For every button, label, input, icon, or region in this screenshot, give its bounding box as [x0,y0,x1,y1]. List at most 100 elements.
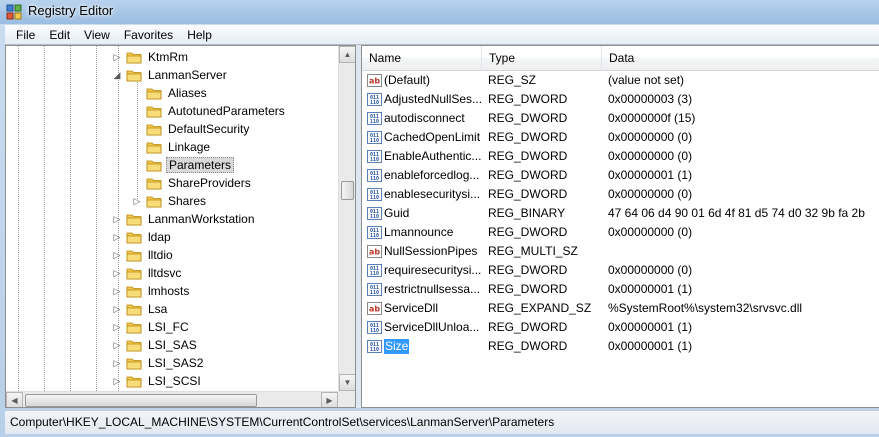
scroll-left-arrow-icon[interactable]: ◀ [6,392,23,407]
expand-arrow-icon[interactable]: ▷ [112,376,122,386]
tree-item[interactable]: Aliases [146,84,209,102]
binary-value-icon: 011110 [367,131,382,144]
value-data: 47 64 06 d4 90 01 6d 4f 81 d5 74 d0 32 9… [608,206,865,220]
tree-item[interactable]: Linkage [146,138,212,156]
value-row[interactable]: 011 110 requiresecuritysi... REG_DWORD 0x000… [362,261,879,280]
tree-item[interactable]: ▷ LSI_SAS [114,336,199,354]
value-row[interactable]: ab ServiceDll REG_EXPAND_SZ %SystemRoot%\sy… [362,299,879,318]
string-value-icon: ab [367,245,382,258]
svg-text:110: 110 [370,138,379,144]
expand-arrow-icon[interactable]: ▷ [112,268,122,278]
value-name: Lmannounce [384,225,454,239]
expand-arrow-icon[interactable]: ▷ [112,214,122,224]
tree-item-label: Linkage [168,140,211,154]
value-row[interactable]: 011 110 autodisconnect REG_DWORD 0x0000000f … [362,109,879,128]
value-data [608,242,879,261]
column-header-type[interactable]: Type [482,46,602,71]
menu-edit[interactable]: Edit [42,26,77,44]
registry-editor-icon [6,4,22,20]
value-row[interactable]: 011 110 AdjustedNullSes... REG_DWORD 0x00000… [362,90,879,109]
tree-item[interactable]: ▷ LanmanWorkstation [114,210,257,228]
column-header-name[interactable]: Name [362,46,482,71]
tree-item[interactable]: ▷ lltdsvc [114,264,183,282]
value-row[interactable]: ab NullSessionPipes REG_MULTI_SZ [362,242,879,261]
value-data: 0x0000000f (15) [608,111,696,125]
expand-arrow-icon[interactable]: ▷ [112,322,122,332]
value-list-pane[interactable]: Name Type Data ab (Default) REG_SZ (value n… [361,45,879,408]
tree-item-label: DefaultSecurity [168,122,250,136]
expand-arrow-icon[interactable]: ▷ [112,358,122,368]
expand-arrow-icon[interactable]: ▷ [112,304,122,314]
value-type: REG_DWORD [488,149,568,163]
menu-help[interactable]: Help [180,26,219,44]
menu-file[interactable]: File [9,26,42,44]
key-tree-pane[interactable]: ▷ KtmRm ◢ LanmanServer Aliases AutotunedParam… [5,45,356,408]
value-row[interactable]: 011 110 Guid REG_BINARY 47 64 06 d4 90 01 6d… [362,204,879,223]
tree-item[interactable]: ▷ LSI_FC [114,318,191,336]
tree-vertical-scrollbar[interactable]: ▲ ▼ [338,46,355,391]
tree-item[interactable]: ▷ KtmRm [114,48,190,66]
tree-item[interactable]: ▷ Lsa [114,300,169,318]
value-name: ServiceDll [384,301,439,315]
menu-view[interactable]: View [77,26,117,44]
scroll-down-arrow-icon[interactable]: ▼ [339,374,355,391]
expand-arrow-icon[interactable]: ▷ [112,232,122,242]
scroll-right-arrow-icon[interactable]: ▶ [321,392,338,407]
binary-value-icon: 011110 [367,169,382,182]
tree-item-label: Aliases [168,86,207,100]
value-name: AdjustedNullSes... [384,92,483,106]
tree-item[interactable]: DefaultSecurity [146,120,251,138]
value-row[interactable]: 011 110 enableforcedlog... REG_DWORD 0x00000… [362,166,879,185]
collapse-arrow-icon[interactable]: ◢ [112,70,122,80]
menu-favorites[interactable]: Favorites [117,26,180,44]
title-bar[interactable]: Registry Editor [0,0,879,24]
tree-item[interactable]: ▷ ldap [114,228,173,246]
binary-value-icon: 011110 [367,264,382,277]
tree-item-label: LSI_SCSI [148,374,201,388]
scroll-up-arrow-icon[interactable]: ▲ [339,46,355,63]
value-row[interactable]: 011 110 CachedOpenLimit REG_DWORD 0x00000000… [362,128,879,147]
column-header-data[interactable]: Data [602,46,879,71]
tree-item[interactable]: ▷ LSI_SAS2 [114,354,205,372]
expand-arrow-icon[interactable]: ▷ [112,250,122,260]
tree-item[interactable]: ▷ lltdio [114,246,175,264]
value-row[interactable]: 011 110 Lmannounce REG_DWORD 0x00000000 (0) [362,223,879,242]
svg-text:110: 110 [370,195,379,201]
value-name-cell: 011 110 Lmannounce [367,223,484,242]
folder-icon [126,268,142,280]
value-type: REG_DWORD [488,168,568,182]
expand-arrow-icon[interactable]: ▷ [112,286,122,296]
folder-icon [146,160,162,172]
value-row[interactable]: 011 110 ServiceDllUnloa... REG_DWORD 0x00000… [362,318,879,337]
tree-item[interactable]: ▷ LSI_SCSI [114,372,203,390]
horizontal-scroll-thumb[interactable] [25,394,257,407]
value-row[interactable]: ab (Default) REG_SZ (value not set) [362,71,879,90]
tree-item[interactable]: ◢ LanmanServer [114,66,229,84]
tree-horizontal-scrollbar[interactable]: ◀ ▶ [6,391,338,407]
value-row[interactable]: 011 110 restrictnullsessa... REG_DWORD 0x000… [362,280,879,299]
expand-arrow-icon[interactable]: ▷ [112,52,122,62]
folder-icon [126,376,142,388]
tree-item[interactable]: ▷ Shares [134,192,208,210]
value-data: 0x00000000 (0) [608,130,693,144]
value-name: autodisconnect [384,111,465,125]
value-name-cell: 011 110 enableforcedlog... [367,166,484,185]
tree-item-label: LanmanWorkstation [148,212,255,226]
tree-item[interactable]: ShareProviders [146,174,253,192]
value-row[interactable]: 011 110 enablesecuritysi... REG_DWORD 0x0000… [362,185,879,204]
value-row[interactable]: 011 110 EnableAuthentic... REG_DWORD 0x00000… [362,147,879,166]
folder-icon [146,142,162,154]
tree-item[interactable]: AutotunedParameters [146,102,287,120]
expand-arrow-icon[interactable]: ▷ [132,196,142,206]
value-data: 0x00000000 (0) [608,225,693,239]
binary-value-icon: 011110 [367,93,382,106]
tree-item[interactable]: ▷ lmhosts [114,282,191,300]
vertical-scroll-thumb[interactable] [341,181,354,200]
expand-arrow-icon[interactable]: ▷ [112,340,122,350]
value-name-cell: 011 110 restrictnullsessa... [367,280,484,299]
tree-item[interactable]: Parameters [146,156,235,174]
value-row[interactable]: 011 110 Size REG_DWORD 0x00000001 (1) [362,337,879,356]
value-name: requiresecuritysi... [384,263,482,277]
value-type: REG_SZ [488,73,537,87]
folder-icon [126,286,142,298]
